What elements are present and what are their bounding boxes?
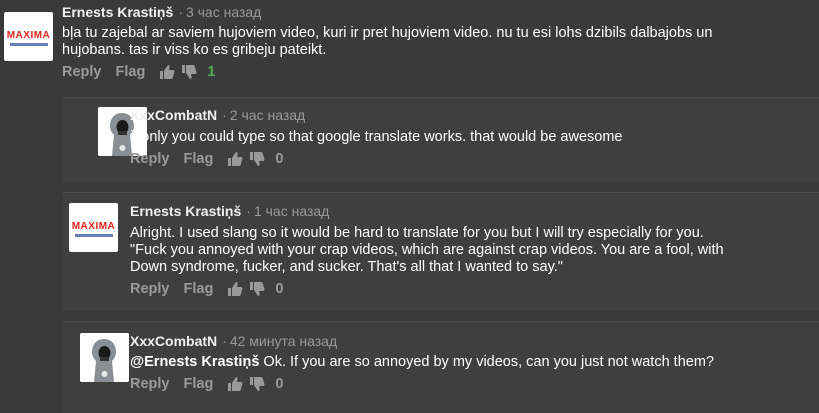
comment-1: MAXIMA Ernests Krastiņš · 3 час назад bļa … bbox=[0, 0, 819, 92]
comment-3: MAXIMA Ernests Krastiņš · 1 час назад Alri… bbox=[62, 192, 819, 311]
flag-button[interactable]: Flag bbox=[184, 376, 214, 392]
comment-time[interactable]: 3 час назад bbox=[186, 4, 261, 20]
comment-author[interactable]: Ernests Krastiņš bbox=[62, 4, 173, 20]
comment-body: Alright. I used slang so it would be har… bbox=[130, 225, 815, 276]
maxima-tagline-bar bbox=[10, 43, 48, 46]
thumbs-down-icon[interactable] bbox=[249, 151, 265, 167]
comment-body: @Ernests Krastiņš Ok. If you are so anno… bbox=[130, 354, 815, 371]
separator-dot: · bbox=[222, 107, 227, 123]
separator-dot: · bbox=[246, 203, 251, 219]
vote-count: 1 bbox=[207, 64, 216, 80]
comment-text-line: Alright. I used slang so it would be har… bbox=[130, 225, 704, 241]
comment-actions: Reply Flag 1 bbox=[62, 64, 215, 80]
reply-button[interactable]: Reply bbox=[130, 151, 170, 167]
thumbs-down-icon[interactable] bbox=[249, 376, 265, 392]
comment-header: Ernests Krastiņš · 3 час назад bbox=[62, 4, 261, 20]
comment-text-line: Ok. If you are so annoyed by my videos, … bbox=[259, 354, 714, 370]
comment-2: XxxCombatN · 2 час назад if only you could… bbox=[62, 97, 819, 182]
vote-count: 0 bbox=[275, 281, 284, 297]
comment-4: XxxCombatN · 42 минута назад @Ernests Kras… bbox=[62, 321, 819, 413]
comment-text-line: if only you could type so that google tr… bbox=[130, 129, 623, 145]
comment-time[interactable]: 1 час назад bbox=[254, 203, 329, 219]
maxima-tagline-bar bbox=[75, 234, 113, 237]
separator-dot: · bbox=[178, 4, 183, 20]
reply-button[interactable]: Reply bbox=[62, 64, 102, 80]
comment-header: XxxCombatN · 42 минута назад bbox=[130, 333, 337, 349]
thumbs-up-icon[interactable] bbox=[159, 64, 175, 80]
comment-header: Ernests Krastiņš · 1 час назад bbox=[130, 203, 329, 219]
avatar-hooded[interactable] bbox=[80, 333, 129, 382]
vote-count: 0 bbox=[275, 151, 284, 167]
separator-dot: · bbox=[222, 333, 227, 349]
thumbs-down-icon[interactable] bbox=[249, 281, 265, 297]
comment-actions: Reply Flag 0 bbox=[130, 281, 283, 297]
comment-text-line: "Fuck you annoyed with your crap videos,… bbox=[130, 242, 724, 258]
comment-time[interactable]: 2 час назад bbox=[230, 107, 305, 123]
avatar-maxima[interactable]: MAXIMA bbox=[69, 203, 118, 252]
comment-body: bļa tu zajebal ar saviem hujoviem video,… bbox=[62, 25, 812, 59]
comment-text-line: bļa tu zajebal ar saviem hujoviem video,… bbox=[62, 25, 713, 41]
reply-button[interactable]: Reply bbox=[130, 376, 170, 392]
comment-actions: Reply Flag 0 bbox=[130, 151, 283, 167]
comment-body: if only you could type so that google tr… bbox=[130, 129, 810, 146]
comment-text-line: Down syndrome, fucker, and sucker. That'… bbox=[130, 259, 563, 275]
comment-author[interactable]: XxxCombatN bbox=[130, 333, 217, 349]
vote-count: 0 bbox=[275, 376, 284, 392]
comment-author[interactable]: Ernests Krastiņš bbox=[130, 203, 241, 219]
thumbs-up-icon[interactable] bbox=[227, 151, 243, 167]
flag-button[interactable]: Flag bbox=[184, 281, 214, 297]
thumbs-up-icon[interactable] bbox=[227, 281, 243, 297]
thumbs-down-icon[interactable] bbox=[181, 64, 197, 80]
reply-button[interactable]: Reply bbox=[130, 281, 170, 297]
maxima-logo: MAXIMA bbox=[71, 220, 116, 232]
comment-time[interactable]: 42 минута назад bbox=[230, 333, 337, 349]
thumbs-up-icon[interactable] bbox=[227, 376, 243, 392]
comment-actions: Reply Flag 0 bbox=[130, 376, 283, 392]
avatar-maxima[interactable]: MAXIMA bbox=[4, 12, 53, 61]
comment-author[interactable]: XxxCombatN bbox=[130, 107, 217, 123]
comment-text-line: hujobans. tas ir viss ko es gribeju pate… bbox=[62, 42, 327, 58]
maxima-logo: MAXIMA bbox=[6, 29, 51, 41]
flag-button[interactable]: Flag bbox=[184, 151, 214, 167]
hooded-figure-icon bbox=[80, 333, 129, 382]
flag-button[interactable]: Flag bbox=[116, 64, 146, 80]
comment-header: XxxCombatN · 2 час назад bbox=[130, 107, 305, 123]
user-mention[interactable]: @Ernests Krastiņš bbox=[130, 354, 259, 370]
